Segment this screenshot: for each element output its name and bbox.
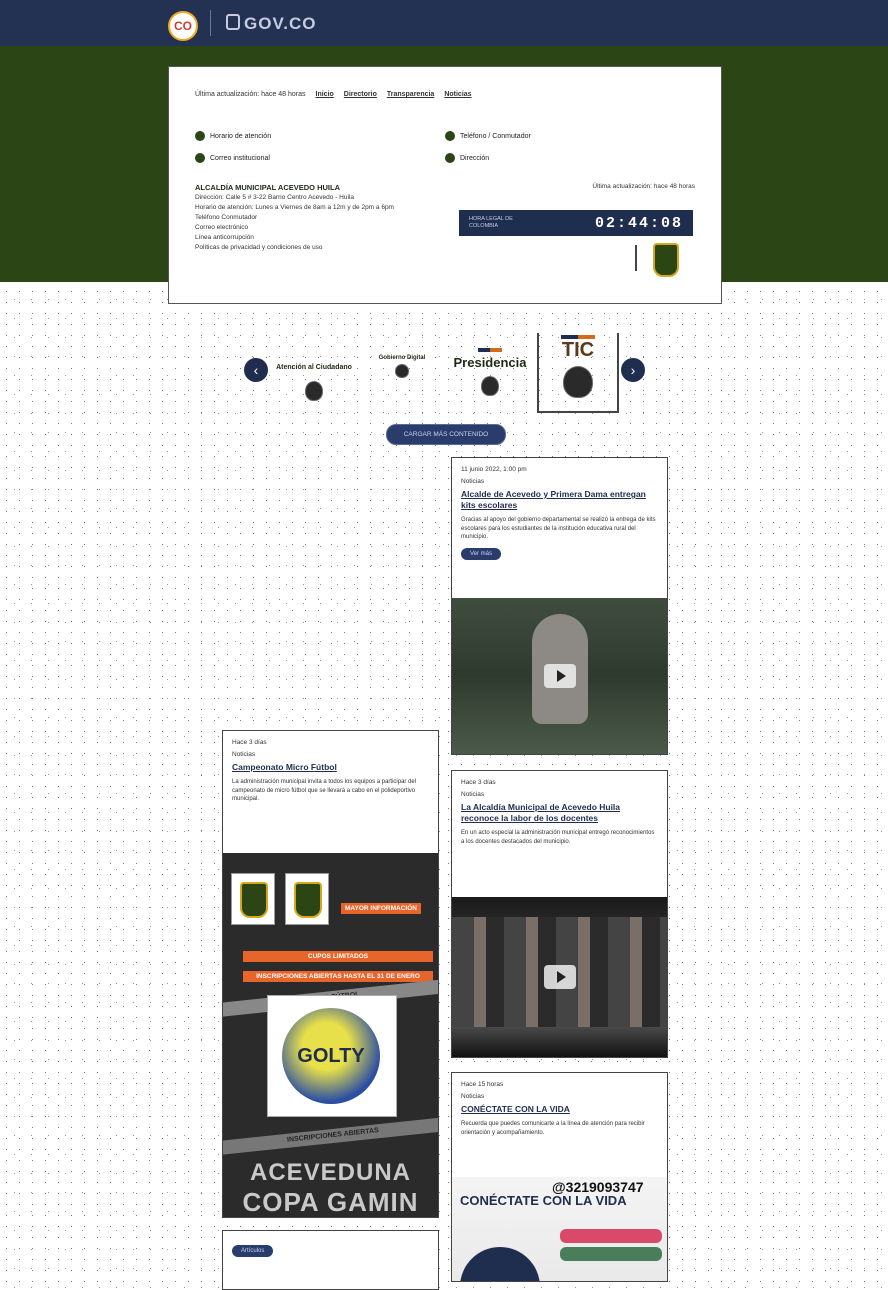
seal-icon [305,381,323,401]
carousel-item-active[interactable]: TIC [537,333,619,413]
news-card[interactable]: 11 junio 2022, 1:00 pm Noticias Alcalde … [451,457,668,755]
entity-description: ALCALDÍA MUNICIPAL ACEVEDO HUILA Direcci… [195,183,465,253]
card-excerpt: En un acto especial la administración mu… [461,830,655,845]
entity-extra[interactable]: Línea anticorrupción [195,233,465,243]
last-update-text: Última actualización: hace 48 horas [195,91,306,98]
ball-icon: GOLTY [282,1008,380,1104]
entity-hours: Horario de atención: Lunes a Viernes de … [195,204,394,211]
clock-time: 02:44:08 [594,214,683,232]
poster-info: MAYOR INFORMACIÓN [341,903,421,914]
play-icon[interactable] [543,965,576,989]
campaign-pill [560,1247,662,1261]
poster-orange-line: INSCRIPCIONES ABIERTAS HASTA EL 31 DE EN… [243,971,433,982]
crest-icon [231,873,275,925]
logo-divider [210,10,211,36]
event-poster[interactable]: MAYOR INFORMACIÓN CUPOS LIMITADOS INSCRI… [223,853,438,1217]
carousel-prev-button[interactable]: ‹ [244,358,268,382]
carousel-item-label: Gobierno Digital [378,355,426,361]
carousel-next-button[interactable]: › [621,358,645,382]
campaign-phone: @3219093747 [552,1179,644,1195]
card-date: Hace 3 días [461,779,496,786]
contact-hours[interactable]: Horario de atención [195,131,271,141]
entity-info-card: Última actualización: hace 48 horas Inic… [168,66,722,304]
campaign-image[interactable]: CONÉCTATE CON LA VIDA @3219093747 [452,1177,667,1281]
govco-icon [226,14,240,30]
clock-icon [195,131,205,141]
news-card[interactable]: Artículos [222,1230,439,1290]
card-category: Noticias [461,478,485,485]
breadcrumb-link[interactable]: Directorio [344,91,377,98]
municipal-crest-icon [653,243,679,277]
card-title[interactable]: Alcalde de Acevedo y Primera Dama entreg… [461,489,658,511]
card-tag[interactable]: Artículos [232,1245,274,1257]
seal-icon [481,376,499,396]
entity-policy[interactable]: Políticas de privacidad y condiciones de… [195,243,465,253]
phone-icon [445,131,455,141]
video-thumbnail[interactable] [452,897,667,1057]
govco-logo[interactable]: GOV.CO [226,14,316,34]
card-title[interactable]: Campeonato Micro Fútbol [232,762,429,773]
breadcrumb-link[interactable]: Inicio [316,91,334,98]
chevron-right-icon: › [630,362,636,378]
carousel-item[interactable]: Gobierno Digital [370,355,434,383]
card-tag[interactable]: Ver más [461,547,502,560]
news-card[interactable]: Hace 15 horas Noticias CONÉCTATE CON LA … [451,1072,668,1282]
poster-orange-line: CUPOS LIMITADOS [243,951,433,962]
update-note: Última actualización: hace 48 horas [592,183,695,190]
divider [635,245,637,271]
card-category: Noticias [461,791,485,798]
play-icon[interactable] [543,664,576,688]
card-date: 11 junio 2022, 1:00 pm [461,466,527,473]
carousel-item[interactable]: Presidencia [450,348,530,401]
co-logo[interactable]: CO [168,11,198,41]
figure-icon [460,1247,540,1281]
campaign-brand: CONÉCTATE CON LA VIDA [460,1193,627,1208]
legal-time-clock: HORA LEGAL DE COLOMBIA 02:44:08 [459,210,693,236]
crest-icon [285,873,329,925]
chevron-left-icon: ‹ [253,362,259,378]
card-excerpt: Recuerda que puedes comunicarte a la lín… [461,1121,645,1136]
color-bar [478,348,502,352]
seal-icon [395,364,409,378]
news-card[interactable]: Hace 3 días Noticias Campeonato Micro Fú… [222,730,439,1218]
card-category: Noticias [461,1093,485,1100]
campaign-pill [560,1229,662,1243]
clock-label: HORA LEGAL DE COLOMBIA [469,216,513,229]
news-card[interactable]: Hace 3 días Noticias La Alcaldía Municip… [451,770,668,1058]
breadcrumb-link[interactable]: Noticias [444,91,471,98]
contact-address[interactable]: Dirección [445,153,489,163]
load-more-button[interactable]: CARGAR MÁS CONTENIDO [386,424,506,445]
card-excerpt: La administración municipal invita a tod… [232,779,417,802]
card-date: Hace 3 días [232,739,267,746]
poster-title: ACEVEDUNA [249,1159,411,1186]
carousel-item-label: Atención al Ciudadano [276,364,352,371]
location-icon [445,153,455,163]
entity-email: Correo electrónico [195,224,249,231]
carousel-item-label: Presidencia [453,355,527,370]
entity-phone: Teléfono Conmutador [195,214,258,221]
card-title[interactable]: La Alcaldía Municipal de Acevedo Huila r… [461,802,658,824]
carousel-item[interactable]: Atención al Ciudadano [272,364,356,406]
carousel-item-label: TIC [561,339,595,361]
poster-title: COPA GAMIN [242,1187,419,1217]
card-date: Hace 15 horas [461,1081,504,1088]
entity-name: ALCALDÍA MUNICIPAL ACEVEDO HUILA [195,183,340,192]
contact-phone[interactable]: Teléfono / Conmutador [445,131,531,141]
mail-icon [195,153,205,163]
breadcrumb: Última actualización: hace 48 horas Inic… [195,91,472,98]
card-excerpt: Gracias al apoyo del gobierno departamen… [461,517,656,540]
seal-icon [563,366,593,398]
contact-email[interactable]: Correo institucional [195,153,270,163]
ball-image: GOLTY [267,995,397,1117]
card-category: Noticias [232,751,256,758]
breadcrumb-link[interactable]: Transparencia [387,91,434,98]
entity-address: Dirección: Calle 5 # 3-22 Barrio Centro … [195,194,354,201]
govco-topbar: CO GOV.CO [0,0,888,46]
poster-stripe: INSCRIPCIONES ABIERTAS [223,1116,438,1156]
video-thumbnail[interactable] [452,598,667,754]
card-title[interactable]: CONÉCTATE CON LA VIDA [461,1104,658,1115]
